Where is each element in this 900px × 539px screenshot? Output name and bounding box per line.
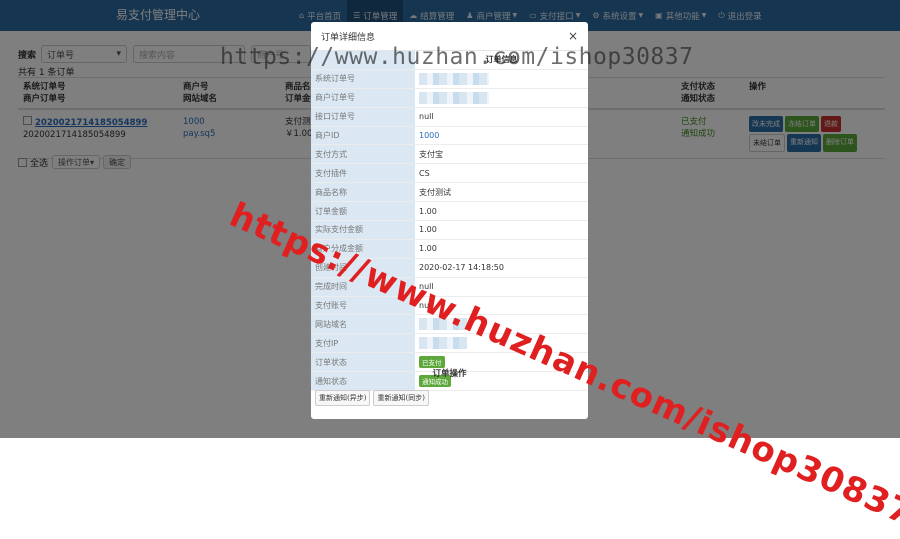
detail-row: 系统订单号 xyxy=(311,69,588,89)
detail-value-cell: 2020-02-17 14:18:50 xyxy=(415,258,588,278)
detail-value-cell: 1.00 xyxy=(415,201,588,222)
detail-row: 支付方式 支付宝 xyxy=(311,144,588,165)
detail-value-cell: 支付宝 xyxy=(415,144,588,165)
detail-value: CS xyxy=(419,168,430,178)
redacted-value xyxy=(419,91,489,104)
detail-key: 支付IP xyxy=(311,333,415,354)
redacted-value xyxy=(419,72,489,85)
detail-value-cell: 1.00 xyxy=(415,239,588,259)
detail-value-cell: null xyxy=(415,107,588,127)
detail-value: 支付测试 xyxy=(419,187,451,197)
detail-value-cell: 1000 xyxy=(415,126,588,146)
detail-row: 商户ID 1000 xyxy=(311,126,588,146)
modal-title: 订单详细信息 xyxy=(321,32,376,43)
detail-key: 支付方式 xyxy=(311,144,415,165)
detail-row: 支付插件 CS xyxy=(311,163,588,184)
url-watermark: https://www.huzhan.com/ishop30837 xyxy=(220,44,694,70)
detail-key: 订单金额 xyxy=(311,201,415,222)
detail-row: 接口订单号 null xyxy=(311,107,588,127)
detail-value: 1.00 xyxy=(419,244,437,254)
detail-value-cell xyxy=(415,69,588,89)
detail-value-cell xyxy=(415,88,588,108)
detail-key: 网站域名 xyxy=(311,314,415,335)
detail-row: 订单金额 1.00 xyxy=(311,201,588,222)
detail-value: null xyxy=(419,112,434,122)
detail-value: 1.00 xyxy=(419,206,437,216)
renotify-button[interactable]: 重新通知(异步) xyxy=(315,390,371,406)
detail-value-cell: 1.00 xyxy=(415,220,588,240)
detail-value: 支付宝 xyxy=(419,149,443,159)
detail-row: 实际支付金额 1.00 xyxy=(311,220,588,240)
detail-row: 商品名称 支付测试 xyxy=(311,182,588,203)
detail-key: 商户ID xyxy=(311,126,415,146)
redacted-value xyxy=(419,337,467,350)
detail-value-cell: 支付测试 xyxy=(415,182,588,203)
detail-value-cell: CS xyxy=(415,163,588,184)
detail-key: 商户订单号 xyxy=(311,88,415,108)
detail-value: 1.00 xyxy=(419,225,437,235)
renotify-button[interactable]: 重新通知(同步) xyxy=(373,390,429,406)
close-icon[interactable]: × xyxy=(568,29,578,43)
detail-row: 商户订单号 xyxy=(311,88,588,108)
detail-value: 2020-02-17 14:18:50 xyxy=(419,263,504,273)
detail-key: 接口订单号 xyxy=(311,107,415,127)
detail-key: 系统订单号 xyxy=(311,69,415,89)
detail-key: 支付插件 xyxy=(311,163,415,184)
detail-key: 商品名称 xyxy=(311,182,415,203)
detail-value[interactable]: 1000 xyxy=(419,131,439,140)
order-ops-buttons: 重新通知(异步) 重新通知(同步) xyxy=(315,390,429,406)
